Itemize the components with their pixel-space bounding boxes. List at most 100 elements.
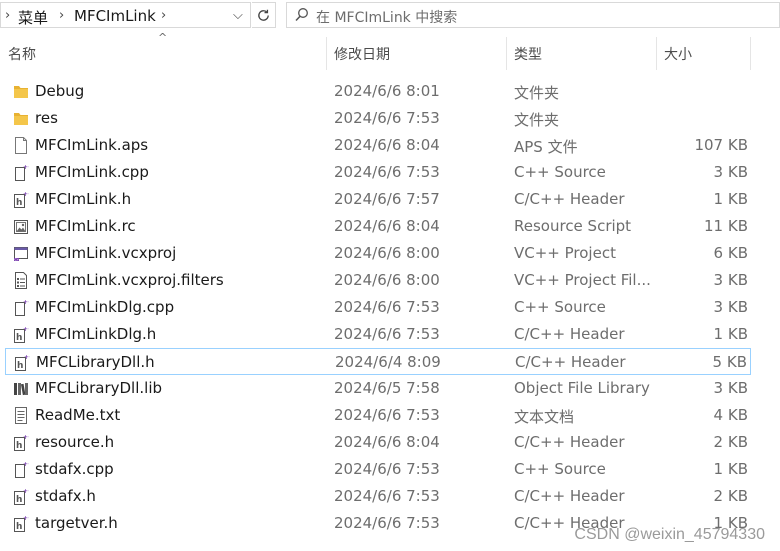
file-name: MFCImLink.aps: [35, 136, 149, 154]
folder-icon: [13, 110, 29, 127]
file-modified-date: 2024/6/5 7:58: [334, 379, 440, 397]
column-header-type[interactable]: 类型: [514, 44, 542, 64]
svg-text:++: ++: [23, 515, 29, 522]
breadcrumb-chevron-icon[interactable]: ›: [161, 8, 166, 23]
file-row[interactable]: h++MFCLibraryDll.h2024/6/4 8:09C/C++ Hea…: [5, 348, 751, 375]
header-file-icon: h++: [13, 434, 33, 451]
folder-icon: [13, 83, 29, 100]
file-row[interactable]: ++ MFCImLinkDlg.cpp 2024/6/6 7:53 C++ Sourc…: [5, 294, 751, 321]
file-size: 6 KB: [713, 244, 748, 262]
column-divider[interactable]: [750, 37, 751, 70]
column-divider[interactable]: [656, 37, 657, 70]
column-divider[interactable]: [506, 37, 507, 70]
file-name: MFCImLinkDlg.cpp: [35, 298, 175, 316]
file-row[interactable]: Debug 2024/6/6 8:01 文件夹: [5, 78, 751, 105]
svg-text:h: h: [16, 198, 22, 208]
header-file-icon: h++: [13, 191, 33, 208]
file-row[interactable]: h++resource.h 2024/6/6 8:04 C/C++ Header 2 …: [5, 429, 751, 456]
breadcrumb-item[interactable]: 菜单: [18, 7, 48, 28]
svg-text:++: ++: [23, 488, 29, 495]
file-name: stdafx.h: [35, 487, 96, 505]
svg-text:++: ++: [24, 354, 30, 361]
file-modified-date: 2024/6/6 8:04: [334, 433, 440, 451]
file-name: resource.h: [35, 433, 115, 451]
svg-text:++: ++: [23, 326, 29, 333]
file-type: C/C++ Header: [515, 353, 626, 371]
file-name: MFCLibraryDll.lib: [35, 379, 163, 397]
file-name: targetver.h: [35, 514, 118, 532]
column-divider[interactable]: [326, 37, 327, 70]
address-dropdown-icon[interactable]: ⌵: [233, 8, 243, 23]
file-size: 3 KB: [713, 163, 748, 181]
address-bar[interactable]: › 菜单 › MFCImLink › ⌵: [0, 2, 251, 28]
file-size: 3 KB: [713, 271, 748, 289]
search-input[interactable]: 在 MFCImLink 中搜索: [286, 2, 780, 28]
file-type: C/C++ Header: [514, 190, 625, 208]
file-row[interactable]: res 2024/6/6 7:53 文件夹: [5, 105, 751, 132]
refresh-button[interactable]: [252, 2, 276, 28]
header-file-icon: h++: [13, 515, 33, 532]
file-type: Resource Script: [514, 217, 632, 235]
file-row[interactable]: MFCImLink.rc 2024/6/6 8:04 Resource Script…: [5, 213, 751, 240]
file-name: MFCImLink.h: [35, 190, 132, 208]
breadcrumb-item[interactable]: MFCImLink: [74, 7, 156, 25]
file-name: MFCImLink.vcxproj: [35, 244, 177, 262]
file-type: C/C++ Header: [514, 487, 625, 505]
file-modified-date: 2024/6/6 7:53: [334, 460, 440, 478]
file-size: 2 KB: [713, 433, 748, 451]
breadcrumb-chevron-icon[interactable]: ›: [59, 8, 64, 23]
file-modified-date: 2024/6/6 7:53: [334, 487, 440, 505]
file-type: VC++ Project Fil...: [514, 271, 651, 289]
file-row[interactable]: ++ stdafx.cpp 2024/6/6 7:53 C++ Source 1 KB: [5, 456, 751, 483]
file-modified-date: 2024/6/6 7:53: [334, 163, 440, 181]
file-row[interactable]: C++ MFCImLink.vcxproj 2024/6/6 8:00 VC++ Pr…: [5, 240, 751, 267]
watermark-text: CSDN @weixin_45794330: [574, 526, 765, 543]
address-bar-row: › 菜单 › MFCImLink › ⌵ 在 MFCImLink 中搜索: [0, 0, 780, 31]
breadcrumb-chevron-icon[interactable]: ›: [5, 8, 10, 23]
column-header-date[interactable]: 修改日期: [334, 44, 390, 64]
file-type: APS 文件: [514, 138, 578, 156]
file-row[interactable]: h++stdafx.h2024/6/6 7:53C/C++ Header2 KB: [5, 483, 751, 510]
file-name: MFCImLinkDlg.h: [35, 325, 157, 343]
file-row[interactable]: h++MFCImLink.h 2024/6/6 7:57 C/C++ Header 1…: [5, 186, 751, 213]
file-size: 1 KB: [713, 460, 748, 478]
file-row[interactable]: ReadMe.txt 2024/6/6 7:53 文本文档 4 KB: [5, 402, 751, 429]
header-file-icon: h++: [13, 488, 33, 505]
svg-text:h: h: [17, 361, 23, 371]
file-size: 1 KB: [713, 190, 748, 208]
file-row[interactable]: h++MFCImLinkDlg.h2024/6/6 7:53C/C++ Head…: [5, 321, 751, 348]
svg-text:++: ++: [23, 434, 29, 441]
filters-file-icon: [13, 272, 29, 289]
file-name: ReadMe.txt: [35, 406, 121, 424]
file-row[interactable]: MFCLibraryDll.lib 2024/6/5 7:58 Object Fil…: [5, 375, 751, 402]
file-modified-date: 2024/6/6 8:00: [334, 244, 440, 262]
file-row[interactable]: MFCImLink.vcxproj.filters 2024/6/6 8:00 VC…: [5, 267, 751, 294]
file-name: MFCImLink.rc: [35, 217, 136, 235]
file-size: 3 KB: [713, 379, 748, 397]
file-type: C/C++ Header: [514, 433, 625, 451]
header-file-icon: h++: [14, 354, 34, 371]
column-header-row: ^ 名称 修改日期 类型 大小: [0, 31, 780, 71]
svg-text:h: h: [16, 333, 22, 343]
resource-file-icon: [13, 218, 29, 235]
file-row[interactable]: ++ MFCImLink.cpp 2024/6/6 7:53 C++ Source 3 …: [5, 159, 751, 186]
file-modified-date: 2024/6/6 8:00: [334, 271, 440, 289]
file-type: C++ Source: [514, 163, 606, 181]
file-modified-date: 2024/6/6 7:53: [334, 298, 440, 316]
file-type: VC++ Project: [514, 244, 616, 262]
file-type: Object File Library: [514, 379, 650, 397]
header-file-icon: h++: [13, 326, 33, 343]
file-row[interactable]: MFCImLink.aps 2024/6/6 8:04 APS 文件 107 KB: [5, 132, 751, 159]
file-modified-date: 2024/6/6 7:53: [334, 514, 440, 532]
cpp-file-icon: ++: [13, 299, 33, 316]
file-type: 文本文档: [514, 408, 575, 426]
svg-text:++: ++: [23, 299, 29, 306]
file-size: 11 KB: [704, 217, 748, 235]
column-header-name[interactable]: 名称: [8, 44, 36, 64]
file-modified-date: 2024/6/6 7:57: [334, 190, 440, 208]
file-name: MFCLibraryDll.h: [36, 353, 155, 371]
file-name: Debug: [35, 82, 85, 100]
file-modified-date: 2024/6/6 7:53: [334, 325, 440, 343]
column-header-size[interactable]: 大小: [664, 44, 692, 64]
file-size: 3 KB: [713, 298, 748, 316]
